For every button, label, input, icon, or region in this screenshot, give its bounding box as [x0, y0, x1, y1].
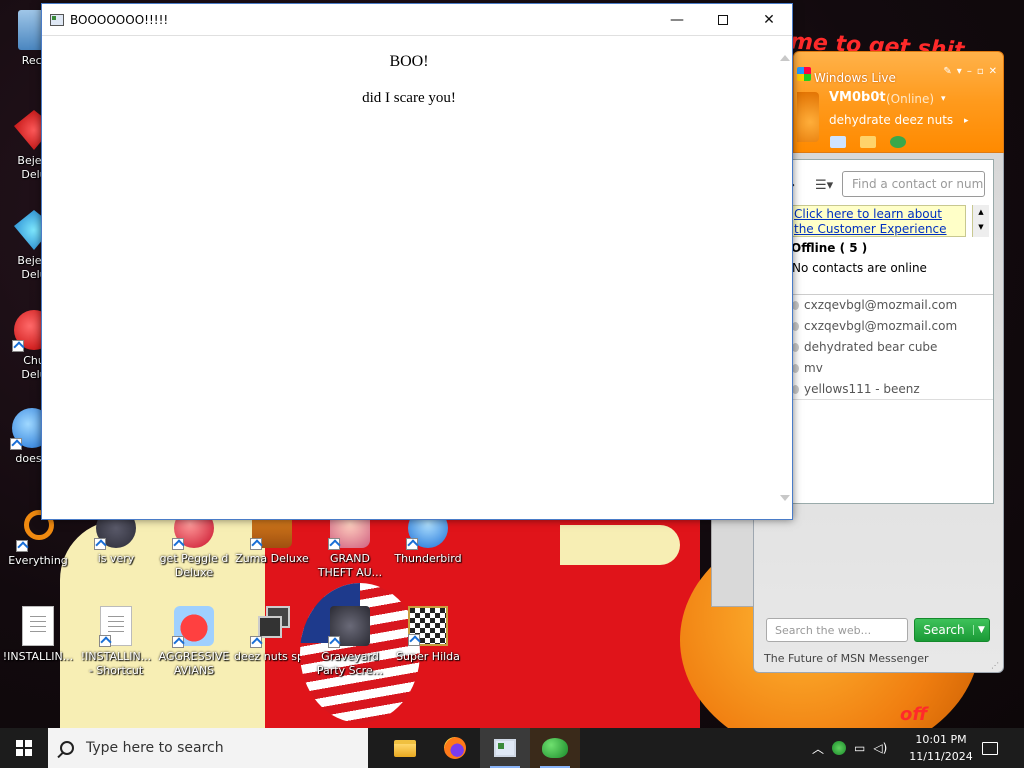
find-contact-input[interactable]: Find a contact or number — [842, 171, 985, 197]
text-file-icon — [22, 606, 54, 646]
messenger-minimize-icon[interactable]: – — [967, 66, 972, 77]
wallpaper-cream-arm — [560, 525, 680, 565]
notification-icon — [982, 741, 998, 755]
taskbar-firefox[interactable] — [430, 728, 480, 768]
tray-expand-icon[interactable]: ︿ — [812, 740, 824, 757]
pixel-character-icon — [408, 606, 448, 646]
messenger-close-icon[interactable]: ✕ — [989, 66, 997, 77]
start-button[interactable] — [0, 728, 48, 768]
status-dropdown-icon[interactable]: ▾ — [941, 94, 946, 104]
window-content: BOO! did I scare you! — [42, 37, 776, 519]
search-dropdown-icon[interactable]: ▼ — [973, 625, 989, 635]
taskbar-search-placeholder: Type here to search — [86, 740, 224, 756]
msn-messenger-icon — [542, 738, 568, 758]
windows-live-logo-icon — [797, 67, 811, 81]
desktop-icon-installing-shortcut[interactable]: !INSTALLIN... - Shortcut — [78, 606, 154, 678]
contact-item[interactable]: yellows111 - beenz — [790, 379, 993, 400]
windows-logo-icon — [16, 740, 32, 756]
maximize-button[interactable] — [700, 4, 746, 36]
banner-scrollbar[interactable]: ▲ ▼ — [972, 205, 989, 237]
messenger-header: Windows Live ✎ ▾ – ▫ ✕ VM0b0t (Online) ▾… — [793, 51, 1004, 153]
windows-stack-icon — [250, 606, 292, 648]
volume-icon[interactable]: ◁) — [873, 741, 887, 755]
search-icon — [60, 741, 74, 755]
contact-item[interactable]: cxzqevbgl@mozmail.com — [790, 295, 993, 316]
window-title: BOOOOOOO!!!!! — [70, 12, 169, 27]
boo-window[interactable]: BOOOOOOO!!!!! — ✕ BOO! did I scare you! — [41, 3, 793, 520]
notification-button[interactable] — [982, 728, 1002, 768]
vertical-scrollbar[interactable] — [776, 37, 792, 519]
folder-icon[interactable] — [860, 136, 876, 148]
scroll-down-icon[interactable] — [780, 495, 790, 501]
offline-group-header[interactable]: Offline ( 5 ) — [791, 241, 867, 255]
window-app-icon — [50, 13, 64, 26]
desktop-icon-graveyard-party[interactable]: Graveyard Party Scre... — [312, 606, 388, 678]
network-icon[interactable]: ▭ — [854, 741, 865, 755]
messenger-menu-icon[interactable]: ▾ — [957, 66, 962, 77]
tray-messenger-icon[interactable] — [832, 741, 847, 755]
window-titlebar[interactable]: BOOOOOOO!!!!! — ✕ — [42, 4, 792, 36]
messenger-brand: Windows Live — [814, 71, 896, 85]
text-file-icon — [99, 606, 132, 647]
messenger-maximize-icon[interactable]: ▫ — [977, 66, 984, 77]
desktop-icon-super-hilda[interactable]: Super Hilda — [390, 606, 466, 664]
messenger-footer: The Future of MSN Messenger — [764, 652, 929, 665]
messenger-window-buttons: ✎ ▾ – ▫ ✕ — [943, 66, 997, 77]
graveyard-icon — [328, 606, 370, 648]
taskbar-msn-messenger[interactable] — [530, 728, 580, 768]
web-search-input[interactable]: Search the web... — [766, 618, 908, 642]
scroll-up-icon[interactable] — [780, 55, 790, 61]
taskbar-file-explorer[interactable] — [380, 728, 430, 768]
firefox-icon — [444, 737, 466, 759]
mail-icon[interactable] — [830, 136, 846, 148]
personal-message[interactable]: dehydrate deez nuts — [829, 113, 953, 127]
minimize-button[interactable]: — — [654, 4, 700, 36]
taskbar-boo-window[interactable] — [480, 728, 530, 768]
customer-experience-link[interactable]: Click here to learn about the Customer E… — [791, 205, 966, 237]
spaces-icon[interactable] — [890, 136, 906, 148]
desktop-icon-aggressive-avians[interactable]: AGGRESSIVE AVIANS — [156, 606, 232, 678]
contact-item[interactable]: mv — [790, 358, 993, 379]
messenger-wrench-icon[interactable]: ✎ — [943, 66, 951, 77]
file-explorer-icon — [394, 739, 416, 757]
desktop-icon-installing-1[interactable]: !INSTALLIN... — [0, 606, 76, 664]
window-app-icon — [494, 739, 516, 757]
angry-bird-icon — [172, 606, 214, 648]
desktop-icon-deez-nuts-spy[interactable]: deez nuts spy — [234, 606, 311, 664]
no-contacts-text: No contacts are online — [792, 261, 927, 275]
user-avatar[interactable] — [797, 92, 819, 142]
scare-message: did I scare you! — [362, 90, 456, 106]
system-tray: ︿ ▭ ◁) — [812, 728, 887, 768]
messenger-username[interactable]: VM0b0t — [829, 90, 886, 105]
clock-date: 11/11/2024 — [909, 750, 973, 763]
search-button-label: Search — [923, 623, 965, 637]
list-view-icon[interactable]: ☰▾ — [815, 178, 833, 193]
contact-item[interactable]: dehydrated bear cube — [790, 337, 993, 358]
resize-grip-icon[interactable]: ⋰ — [991, 661, 999, 670]
taskbar-clock[interactable]: 10:01 PM 11/11/2024 — [907, 731, 975, 765]
close-button[interactable]: ✕ — [746, 4, 792, 36]
web-search-button[interactable]: Search ▼ — [914, 618, 990, 642]
contact-list: cxzqevbgl@mozmail.com cxzqevbgl@mozmail.… — [790, 294, 993, 502]
wallpaper-scrawl-bottom: off — [900, 704, 928, 725]
personal-message-dropdown-icon[interactable]: ▸ — [964, 116, 969, 126]
taskbar: Type here to search ︿ ▭ ◁) 10:01 PM 11/1… — [0, 728, 1024, 768]
contact-item[interactable]: cxzqevbgl@mozmail.com — [790, 316, 993, 337]
taskbar-search[interactable]: Type here to search — [48, 728, 368, 768]
boo-heading: BOO! — [389, 53, 429, 70]
messenger-status[interactable]: (Online) — [886, 92, 934, 106]
messenger-header-icons — [830, 136, 906, 148]
clock-time: 10:01 PM — [915, 733, 967, 746]
